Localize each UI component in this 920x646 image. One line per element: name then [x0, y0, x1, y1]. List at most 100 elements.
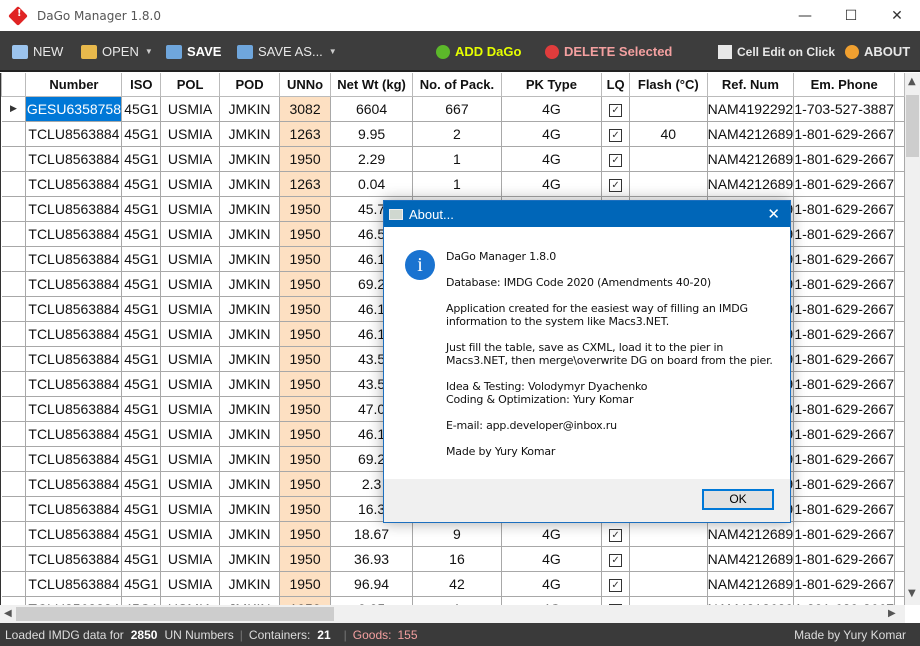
cell-flash-c[interactable]	[628, 595, 708, 605]
cell-pk-type[interactable]: 4G	[500, 145, 603, 172]
cell-pk-type[interactable]: 4G	[500, 95, 603, 122]
cell-pod[interactable]: JMKIN	[218, 395, 281, 422]
add-dago-button[interactable]: ADD DaGo	[436, 31, 521, 72]
close-button[interactable]: ✕	[874, 0, 920, 31]
cell-iso[interactable]: 45G1	[121, 545, 162, 572]
cell-number[interactable]: TCLU8563884	[25, 545, 123, 572]
cell-iso[interactable]: 45G1	[121, 95, 162, 122]
cell-number[interactable]: TCLU8563884	[25, 570, 123, 597]
column-header[interactable]: Number	[25, 73, 123, 97]
save-button[interactable]: SAVE	[166, 31, 221, 72]
cell-ref-num[interactable]: NAM4212689	[706, 120, 795, 147]
row-header[interactable]	[1, 370, 27, 397]
cell-iso[interactable]: 45G1	[121, 170, 162, 197]
cell-pod[interactable]: JMKIN	[218, 470, 281, 497]
cell-iso[interactable]: 45G1	[121, 395, 162, 422]
cell-pol[interactable]: USMIA	[160, 395, 220, 422]
cell-iso[interactable]: 45G1	[121, 120, 162, 147]
cell-iso[interactable]: 45G1	[121, 570, 162, 597]
cell-pol[interactable]: USMIA	[160, 270, 220, 297]
cell-number[interactable]: TCLU8563884	[25, 195, 123, 222]
cell-unno[interactable]: 1950	[279, 570, 331, 597]
cell-ref-num[interactable]: NAM4212689	[706, 570, 795, 597]
cell-number[interactable]: TCLU8563884	[25, 495, 123, 522]
cell-flash-c[interactable]	[628, 545, 708, 572]
cell-net-wt-kg[interactable]: 2.29	[329, 145, 414, 172]
cell-unno[interactable]: 1950	[279, 545, 331, 572]
column-header[interactable]: No. of Pack.	[412, 73, 502, 97]
cell-number[interactable]: TCLU8563884	[25, 520, 123, 547]
cell-em-phone[interactable]: 1-801-629-2667	[793, 295, 896, 322]
cell-number[interactable]: TCLU8563884	[25, 245, 123, 272]
cell-no-of-pack[interactable]: 16	[412, 545, 502, 572]
cell-number[interactable]: TCLU8563884	[25, 320, 123, 347]
cell-pod[interactable]: JMKIN	[218, 95, 281, 122]
cell-unno[interactable]: 1263	[279, 120, 331, 147]
cell-iso[interactable]: 45G1	[121, 145, 162, 172]
cell-pol[interactable]: USMIA	[160, 195, 220, 222]
cell-pol[interactable]: USMIA	[160, 370, 220, 397]
cell-pol[interactable]: USMIA	[160, 445, 220, 472]
column-header[interactable]: Ref. Num	[706, 73, 795, 97]
about-button[interactable]: ABOUT	[845, 31, 910, 72]
cell-em-phone[interactable]: 1-801-629-2667	[793, 395, 896, 422]
cell-pod[interactable]: JMKIN	[218, 445, 281, 472]
cell-number[interactable]: TCLU8563884	[25, 470, 123, 497]
cell-unno[interactable]: 1950	[279, 595, 331, 605]
cell-number[interactable]: TCLU8563884	[25, 295, 123, 322]
cell-pod[interactable]: JMKIN	[218, 420, 281, 447]
cell-ref-num[interactable]: NAM4212689	[706, 520, 795, 547]
cell-unno[interactable]: 1950	[279, 295, 331, 322]
cell-net-wt-kg[interactable]: 6604	[329, 95, 414, 122]
cell-pol[interactable]: USMIA	[160, 520, 220, 547]
cell-iso[interactable]: 45G1	[121, 320, 162, 347]
row-header[interactable]: ▶	[1, 95, 27, 122]
horizontal-scrollbar[interactable]: ◀ ▶	[0, 605, 905, 623]
cell-pod[interactable]: JMKIN	[218, 120, 281, 147]
cell-number[interactable]: TCLU8563884	[25, 395, 123, 422]
scroll-right-icon[interactable]: ▶	[888, 608, 896, 619]
row-header[interactable]	[1, 120, 27, 147]
cell-ref-num[interactable]: NAM4212689	[706, 170, 795, 197]
cell-ref-num[interactable]: NAM4212689	[706, 595, 795, 605]
cell-pod[interactable]: JMKIN	[218, 220, 281, 247]
checkbox-icon[interactable]: ✓	[609, 104, 623, 117]
column-header[interactable]: Em. Phone	[793, 73, 896, 97]
cell-net-wt-kg[interactable]: 9.95	[329, 120, 414, 147]
cell-em-phone[interactable]: 1-801-629-2667	[793, 470, 896, 497]
ok-button[interactable]: OK	[702, 489, 774, 510]
cell-pod[interactable]: JMKIN	[218, 295, 281, 322]
row-header[interactable]	[1, 520, 27, 547]
table-row[interactable]: TCLU8563884 45G1 USMIA JMKIN 1950 18.67 9 4G ✓ NA…	[1, 520, 905, 547]
cell-number[interactable]: TCLU8563884	[25, 345, 123, 372]
table-row[interactable]: TCLU8563884 45G1 USMIA JMKIN 1263 9.95 2 4G ✓ 40 N…	[1, 120, 905, 147]
cell-unno[interactable]: 1950	[279, 245, 331, 272]
cell-pod[interactable]: JMKIN	[218, 320, 281, 347]
cell-flash-c[interactable]	[628, 520, 708, 547]
row-header[interactable]	[1, 145, 27, 172]
scroll-up-icon[interactable]: ▲	[908, 76, 916, 87]
cell-number[interactable]: TCLU8563884	[25, 120, 123, 147]
cell-ref-num[interactable]: NAM4212689	[706, 145, 795, 172]
column-header[interactable]: ISO	[121, 73, 162, 97]
cell-unno[interactable]: 1950	[279, 470, 331, 497]
cell-pk-type[interactable]: 4G	[500, 520, 603, 547]
cell-unno[interactable]: 3082	[279, 95, 331, 122]
cell-pol[interactable]: USMIA	[160, 420, 220, 447]
maximize-button[interactable]: ☐	[828, 0, 874, 31]
cell-unno[interactable]: 1950	[279, 370, 331, 397]
row-header[interactable]	[1, 320, 27, 347]
cell-unno[interactable]: 1950	[279, 345, 331, 372]
minimize-button[interactable]: —	[782, 0, 828, 31]
checkbox-icon[interactable]: ✓	[609, 579, 623, 592]
cell-no-of-pack[interactable]: 667	[412, 95, 502, 122]
cell-iso[interactable]: 45G1	[121, 270, 162, 297]
cell-pk-type[interactable]: 4G	[500, 570, 603, 597]
row-header[interactable]	[1, 270, 27, 297]
cell-ref-num[interactable]: NAM4212689	[706, 545, 795, 572]
cell-em-phone[interactable]: 1-801-629-2667	[793, 370, 896, 397]
row-header[interactable]	[1, 295, 27, 322]
cell-pod[interactable]: JMKIN	[218, 570, 281, 597]
cell-net-wt-kg[interactable]: 18.67	[329, 520, 414, 547]
cell-pk-type[interactable]: 4G	[500, 545, 603, 572]
